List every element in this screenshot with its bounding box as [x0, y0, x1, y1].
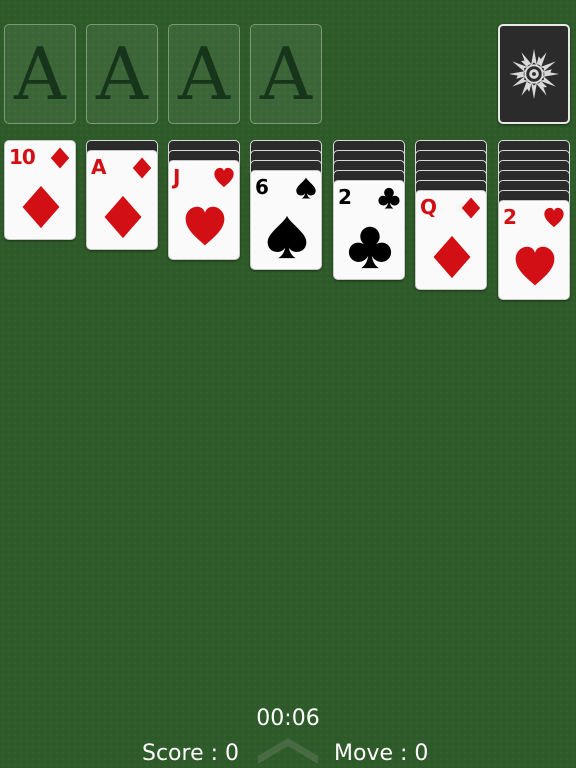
sun-emblem-icon: [508, 48, 560, 100]
spade-icon: [296, 177, 316, 199]
card-rank: A: [91, 155, 107, 179]
foundation-label: A: [260, 32, 312, 116]
stock-pile[interactable]: [498, 24, 570, 124]
playing-card[interactable]: 10: [4, 140, 76, 240]
heart-icon: [214, 167, 234, 188]
foundation-label: A: [96, 32, 148, 116]
playing-card[interactable]: 2: [333, 180, 405, 280]
club-icon: [348, 226, 392, 269]
diamond-icon: [50, 147, 70, 169]
playing-card[interactable]: 2: [498, 200, 570, 300]
diamond-icon: [104, 195, 142, 239]
card-rank: 6: [255, 175, 269, 199]
foundation-slot-3[interactable]: A: [168, 24, 240, 124]
card-rank: 2: [338, 185, 352, 209]
card-rank: 2: [503, 205, 517, 229]
playing-card[interactable]: A: [86, 150, 158, 250]
heart-icon: [185, 206, 225, 246]
diamond-icon: [461, 197, 481, 219]
playing-card[interactable]: Q: [415, 190, 487, 290]
diamond-icon: [132, 157, 152, 179]
move-counter: Move : 0: [334, 741, 429, 766]
foundation-slot-1[interactable]: A: [4, 24, 76, 124]
club-icon: [378, 187, 400, 209]
playing-card[interactable]: J: [168, 160, 240, 260]
card-rank: 10: [9, 145, 36, 169]
spade-icon: [267, 215, 307, 259]
diamond-icon: [22, 185, 60, 229]
card-rank: J: [173, 165, 181, 189]
foundation-slot-4[interactable]: A: [250, 24, 322, 124]
game-timer: 00:06: [256, 706, 320, 731]
score-label: Score : 0: [142, 741, 240, 766]
heart-icon: [544, 207, 564, 228]
diamond-icon: [433, 235, 471, 279]
foundation-slot-2[interactable]: A: [86, 24, 158, 124]
heart-icon: [515, 246, 555, 286]
foundation-label: A: [14, 32, 66, 116]
card-rank: Q: [420, 195, 437, 219]
chevron-up-icon[interactable]: [256, 738, 320, 768]
playing-card[interactable]: 6: [250, 170, 322, 270]
foundation-label: A: [178, 32, 230, 116]
